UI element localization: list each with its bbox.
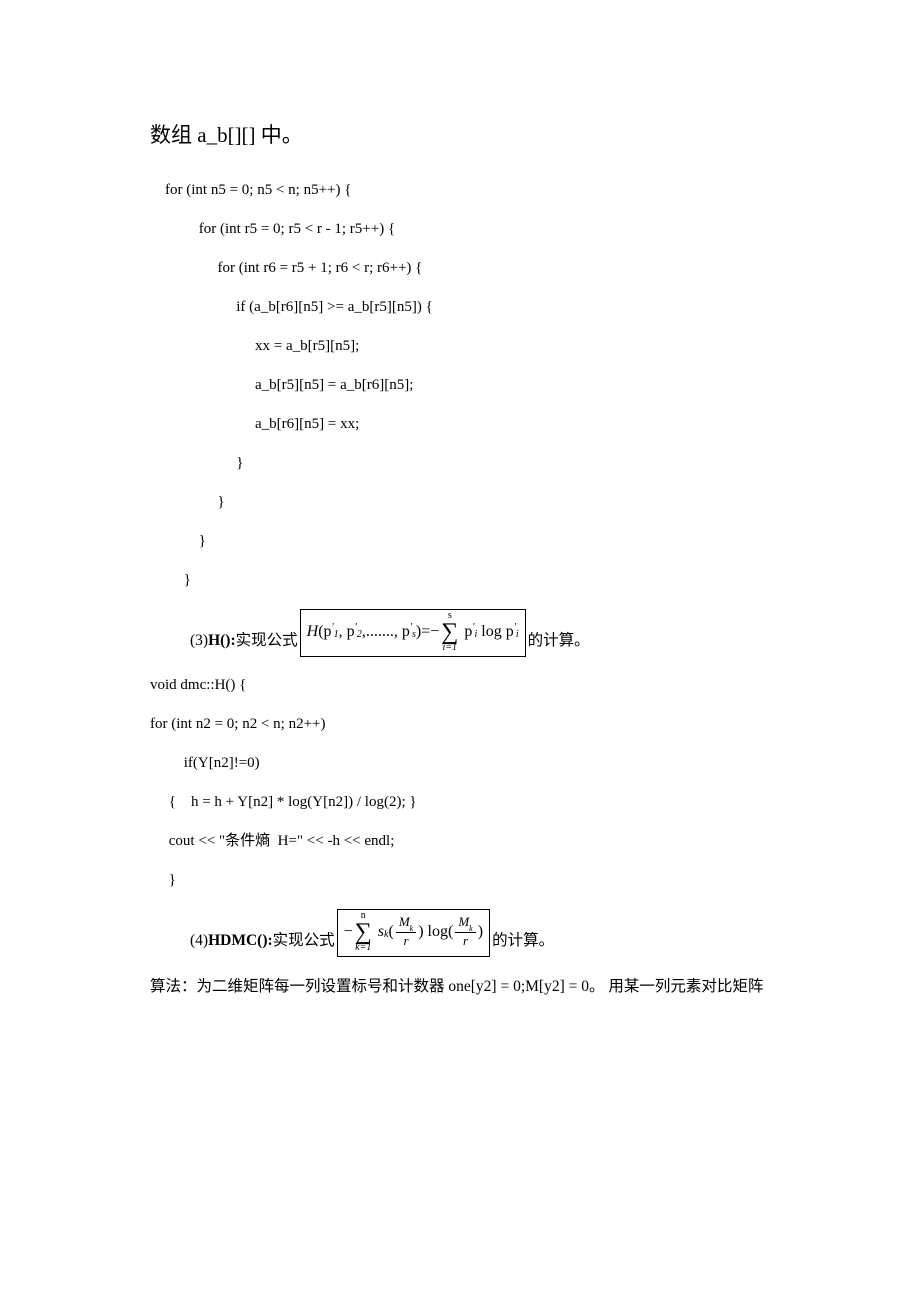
code-line: for (int r6 = r5 + 1; r6 < r; r6++) { <box>150 258 770 279</box>
sym-eq: = <box>421 620 430 644</box>
section-3-row: (3)H():实现公式 H(p'1,p'2,.......,p's) = −s∑… <box>150 609 770 657</box>
frac-num: Mk <box>455 915 475 934</box>
code-line: void dmc::H() { <box>150 675 770 696</box>
section-4-prefix: (4)HDMC():实现公式 <box>190 929 335 956</box>
code-line: { h = h + Y[n2] * log(Y[n2]) / log(2); } <box>150 792 770 813</box>
code-line: } <box>150 870 770 891</box>
fraction: Mkr <box>455 915 475 948</box>
sum-symbol: n∑k=1 <box>355 911 372 953</box>
sym-M: M <box>458 914 469 929</box>
sigma-icon: ∑ <box>441 621 458 643</box>
sym-p: p <box>464 620 472 644</box>
sym-close: ) <box>418 920 423 944</box>
sub-k: k <box>469 924 473 933</box>
code-line: cout << "条件熵 H=" << -h << endl; <box>150 831 770 852</box>
code-line: } <box>150 453 770 474</box>
comma: , <box>339 620 343 644</box>
section-4-suffix: 的计算。 <box>492 929 554 956</box>
sym-neg: − <box>344 920 353 944</box>
section-title: HDMC(): <box>208 932 273 949</box>
sym-p: p <box>347 620 355 644</box>
sym-open: ( <box>448 920 453 944</box>
sub-k: k <box>384 927 388 942</box>
intro-text: 数组 a_b[][] 中。 <box>150 120 770 152</box>
document-page: 数组 a_b[][] 中。 for (int n5 = 0; n5 < n; n… <box>0 0 920 1058</box>
formula-entropy: H(p'1,p'2,.......,p's) = −s∑i=1p'ilogp'i <box>300 609 526 657</box>
sub-k: k <box>410 924 414 933</box>
dots: ......., <box>366 620 398 644</box>
section-tail: 实现公式 <box>236 632 298 649</box>
code-line: a_b[r6][n5] = xx; <box>150 414 770 435</box>
sub-i: i <box>475 627 478 642</box>
algorithm-text: 算法：为二维矩阵每一列设置标号和计数器 one[y2] = 0;M[y2] = … <box>150 975 770 998</box>
code-line: if (a_b[r6][n5] >= a_b[r5][n5]) { <box>150 297 770 318</box>
code-line: for (int n5 = 0; n5 < n; n5++) { <box>150 180 770 201</box>
frac-den: r <box>460 933 471 947</box>
code-line: a_b[r5][n5] = a_b[r6][n5]; <box>150 375 770 396</box>
code-line: xx = a_b[r5][n5]; <box>150 336 770 357</box>
sym-H: H <box>307 620 319 644</box>
code-line: } <box>150 531 770 552</box>
sub-2: 2 <box>357 627 362 642</box>
sub-i: i <box>516 627 519 642</box>
sym-M: M <box>399 914 410 929</box>
code-line: for (int r5 = 0; r5 < r - 1; r5++) { <box>150 219 770 240</box>
code-line: for (int n2 = 0; n2 < n; n2++) <box>150 714 770 735</box>
code-block-1: for (int n5 = 0; n5 < n; n5++) { for (in… <box>150 180 770 591</box>
section-number: (3) <box>190 632 208 649</box>
section-tail: 实现公式 <box>273 932 335 949</box>
sym-p: p <box>324 620 332 644</box>
section-title: H(): <box>208 632 236 649</box>
sym-log: log <box>428 920 448 944</box>
section-number: (4) <box>190 932 208 949</box>
sum-lower: i=1 <box>443 643 458 653</box>
sum-lower: k=1 <box>355 943 371 953</box>
sum-symbol: s∑i=1 <box>441 611 458 653</box>
section-3-prefix: (3)H():实现公式 <box>190 629 298 656</box>
sym-p: p <box>506 620 514 644</box>
sub-1: 1 <box>334 627 339 642</box>
section-3-suffix: 的计算。 <box>528 629 590 656</box>
formula-inner: −n∑k=1sk(Mkr)log(Mkr) <box>344 911 483 953</box>
formula-inner: H(p'1,p'2,.......,p's) = −s∑i=1p'ilogp'i <box>307 611 519 653</box>
code-block-2: void dmc::H() { for (int n2 = 0; n2 < n;… <box>150 675 770 891</box>
section-4-row: (4)HDMC():实现公式 −n∑k=1sk(Mkr)log(Mkr) 的计算… <box>150 909 770 957</box>
sym-close: ) <box>478 920 483 944</box>
formula-hdmc: −n∑k=1sk(Mkr)log(Mkr) <box>337 909 490 957</box>
code-line: } <box>150 570 770 591</box>
sigma-icon: ∑ <box>355 921 372 943</box>
sym-log: log <box>481 620 501 644</box>
sym-neg: − <box>430 620 439 644</box>
code-line: if(Y[n2]!=0) <box>150 753 770 774</box>
sub-s: s <box>412 627 416 642</box>
sym-open: ( <box>388 920 393 944</box>
frac-den: r <box>400 933 411 947</box>
fraction: Mkr <box>396 915 416 948</box>
sym-p: p <box>402 620 410 644</box>
code-line: } <box>150 492 770 513</box>
frac-num: Mk <box>396 915 416 934</box>
